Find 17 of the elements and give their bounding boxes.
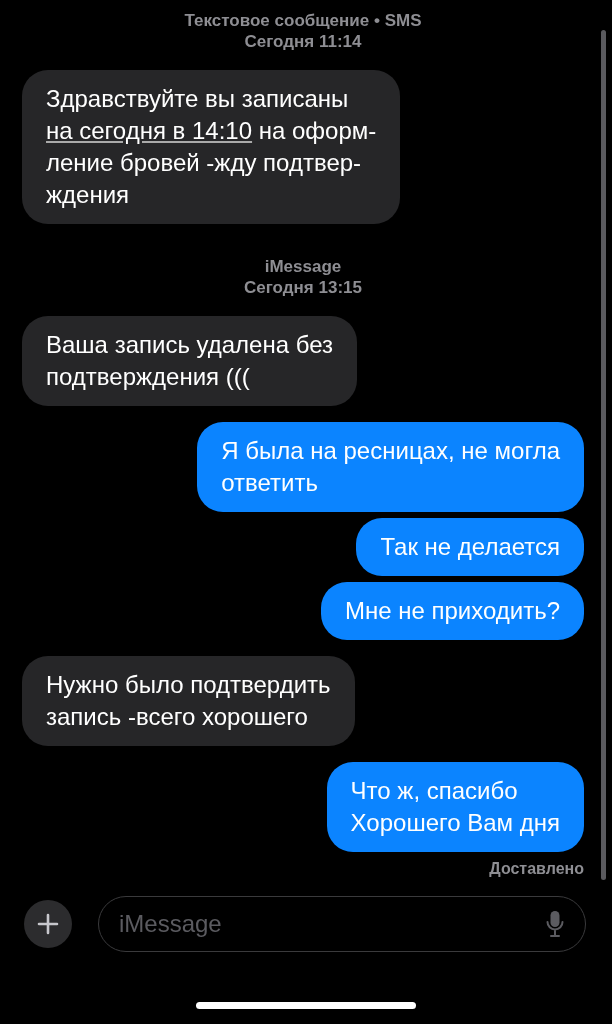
outgoing-message-bubble: Мне не приходить? bbox=[320, 582, 584, 640]
outgoing-message-bubble: Так не делается bbox=[356, 518, 584, 576]
outgoing-message-bubble: Я была на ресницах, не могла ответить bbox=[197, 422, 584, 512]
incoming-message-bubble: Ваша запись удалена без подтверждения ((( bbox=[22, 316, 358, 406]
incoming-message-bubble: Здравствуйте вы записаны на сегодня в 14:10 на оформ- ление бровей -жду подтвер- ждения bbox=[22, 70, 401, 224]
service-label: iMessage bbox=[263, 256, 343, 277]
timestamp: Сегодня 13:15 bbox=[244, 277, 362, 298]
timestamp: Сегодня 11:14 bbox=[243, 31, 363, 52]
date-link[interactable]: на сегодня в 14:10 bbox=[46, 117, 253, 144]
add-button[interactable] bbox=[24, 900, 72, 948]
incoming-message-bubble: Нужно было подтвердить запись -всего хорошего bbox=[22, 656, 355, 746]
message-input-field[interactable]: iMessage bbox=[98, 896, 586, 952]
plus-icon bbox=[37, 913, 59, 935]
microphone-icon[interactable] bbox=[546, 910, 564, 938]
delivery-status: Доставлено bbox=[489, 860, 584, 878]
service-label: Текстовое сообщение • SMS bbox=[184, 10, 422, 31]
outgoing-message-bubble: Что ж, спасибо Хорошего Вам дня bbox=[326, 762, 584, 852]
